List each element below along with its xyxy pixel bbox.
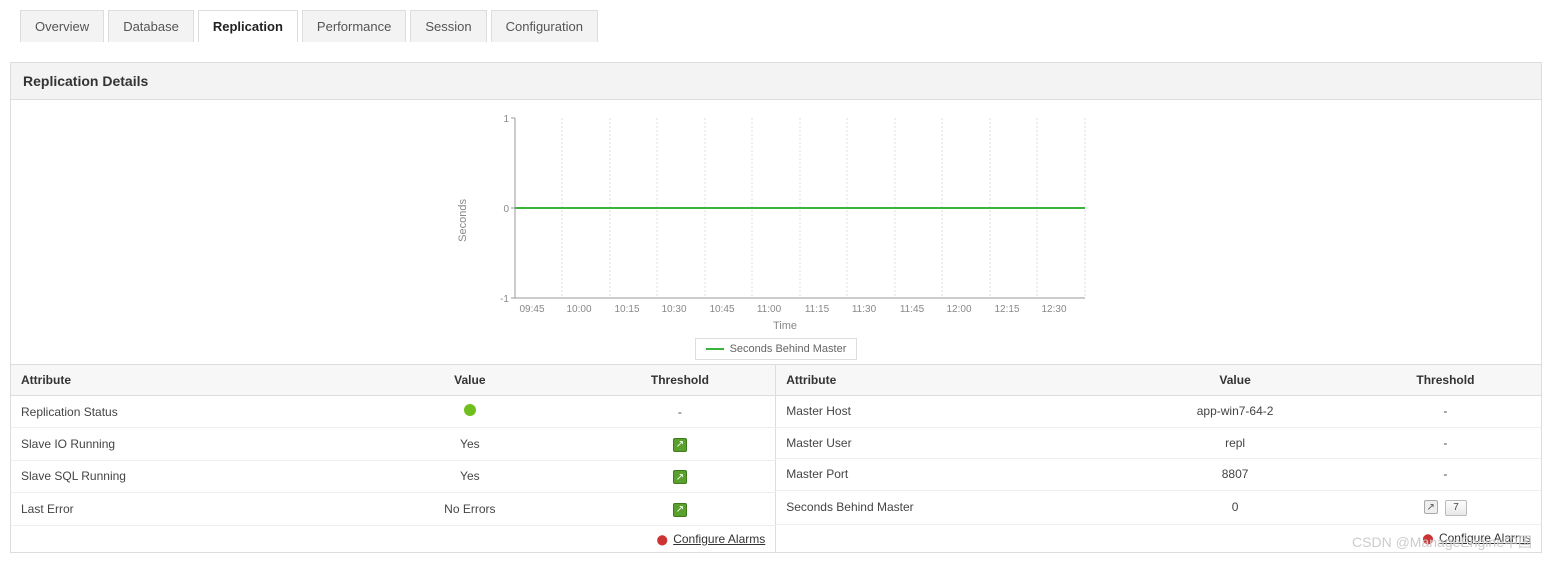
chart-x-label: Time xyxy=(475,320,1095,332)
cell-threshold: - xyxy=(1350,459,1541,491)
threshold-edit-icon[interactable]: ↗ xyxy=(673,470,687,484)
cell-threshold[interactable]: ↗ xyxy=(585,460,776,493)
svg-text:12:00: 12:00 xyxy=(946,304,971,315)
cell-threshold[interactable]: ↗ 7 xyxy=(1350,490,1541,525)
configure-row: ⬤ Configure Alarms xyxy=(11,525,776,552)
tab-performance[interactable]: Performance xyxy=(302,10,406,42)
svg-text:10:15: 10:15 xyxy=(614,304,639,315)
table-row: Master User repl - xyxy=(776,427,1541,459)
cell-threshold: - xyxy=(1350,427,1541,459)
table-row: Master Host app-win7-64-2 - xyxy=(776,396,1541,428)
cell-attr: Last Error xyxy=(11,493,355,526)
svg-text:11:45: 11:45 xyxy=(900,304,925,315)
alarm-icon: ⬤ xyxy=(657,535,668,546)
left-header-value: Value xyxy=(355,365,584,396)
table-row: Slave SQL Running Yes ↗ xyxy=(11,460,776,493)
cell-threshold[interactable]: ↗ xyxy=(585,428,776,461)
threshold-edit-icon[interactable]: ↗ xyxy=(1424,500,1438,514)
cell-attr: Master User xyxy=(776,427,1120,459)
left-table: Attribute Value Threshold Replication St… xyxy=(11,365,776,552)
chart-y-label: Seconds xyxy=(457,199,469,242)
svg-text:10:00: 10:00 xyxy=(566,304,591,315)
configure-row: ⬤ Configure Alarms xyxy=(776,525,1541,552)
svg-text:12:15: 12:15 xyxy=(994,304,1019,315)
table-row: Slave IO Running Yes ↗ xyxy=(11,428,776,461)
cell-value xyxy=(355,396,584,428)
alarm-icon: ⬤ xyxy=(1422,534,1433,545)
tab-configuration[interactable]: Configuration xyxy=(491,10,598,42)
right-header-value: Value xyxy=(1120,365,1349,396)
threshold-edit-icon[interactable]: ↗ xyxy=(673,438,687,452)
legend-label: Seconds Behind Master xyxy=(730,343,847,355)
right-table: Attribute Value Threshold Master Host ap… xyxy=(776,365,1541,552)
cell-attr: Master Port xyxy=(776,459,1120,491)
chart-plot: 1 0 -1 09:45 10:00 10:15 10:30 10:45 11:… xyxy=(475,108,1095,318)
tab-overview[interactable]: Overview xyxy=(20,10,104,42)
configure-alarms-link[interactable]: Configure Alarms xyxy=(673,532,765,546)
chart-container: Seconds 1 xyxy=(10,100,1542,365)
cell-value: app-win7-64-2 xyxy=(1120,396,1349,428)
cell-value: 0 xyxy=(1120,490,1349,525)
svg-text:10:30: 10:30 xyxy=(661,304,686,315)
tables-row: Attribute Value Threshold Replication St… xyxy=(10,365,1542,553)
svg-text:10:45: 10:45 xyxy=(709,304,734,315)
svg-text:11:00: 11:00 xyxy=(757,304,782,315)
threshold-edit-icon[interactable]: ↗ xyxy=(673,503,687,517)
tabs-bar: Overview Database Replication Performanc… xyxy=(0,0,1552,42)
seven-day-button[interactable]: 7 xyxy=(1445,500,1467,516)
table-row: Seconds Behind Master 0 ↗ 7 xyxy=(776,490,1541,525)
svg-text:12:30: 12:30 xyxy=(1041,304,1066,315)
table-row: Master Port 8807 - xyxy=(776,459,1541,491)
svg-text:11:30: 11:30 xyxy=(852,304,877,315)
cell-value: Yes xyxy=(355,428,584,461)
svg-text:09:45: 09:45 xyxy=(519,304,544,315)
right-header-threshold: Threshold xyxy=(1350,365,1541,396)
left-header-attribute: Attribute xyxy=(11,365,355,396)
cell-value: 8807 xyxy=(1120,459,1349,491)
status-dot-icon xyxy=(464,404,476,416)
cell-attr: Slave IO Running xyxy=(11,428,355,461)
svg-text:0: 0 xyxy=(503,204,509,215)
configure-alarms-link[interactable]: Configure Alarms xyxy=(1439,531,1531,545)
svg-text:11:15: 11:15 xyxy=(805,304,830,315)
tab-session[interactable]: Session xyxy=(410,10,486,42)
svg-text:1: 1 xyxy=(503,114,509,125)
left-header-threshold: Threshold xyxy=(585,365,776,396)
right-header-attribute: Attribute xyxy=(776,365,1120,396)
section-title: Replication Details xyxy=(10,62,1542,100)
cell-attr: Slave SQL Running xyxy=(11,460,355,493)
tab-database[interactable]: Database xyxy=(108,10,194,42)
chart-legend: Seconds Behind Master xyxy=(695,338,858,360)
cell-attr: Seconds Behind Master xyxy=(776,490,1120,525)
cell-value: Yes xyxy=(355,460,584,493)
table-row: Last Error No Errors ↗ xyxy=(11,493,776,526)
svg-text:-1: -1 xyxy=(500,294,509,305)
cell-threshold: - xyxy=(585,396,776,428)
cell-threshold: - xyxy=(1350,396,1541,428)
legend-line-icon xyxy=(706,348,724,350)
table-row: Replication Status - xyxy=(11,396,776,428)
cell-attr: Replication Status xyxy=(11,396,355,428)
cell-threshold[interactable]: ↗ xyxy=(585,493,776,526)
cell-attr: Master Host xyxy=(776,396,1120,428)
cell-value: No Errors xyxy=(355,493,584,526)
cell-value: repl xyxy=(1120,427,1349,459)
tab-replication[interactable]: Replication xyxy=(198,10,298,42)
